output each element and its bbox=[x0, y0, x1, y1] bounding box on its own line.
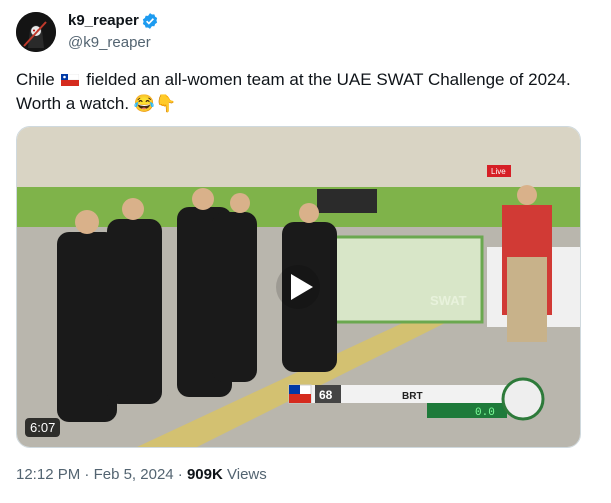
tweet-meta: 12:12 PM · Feb 5, 2024 · 909K Views bbox=[16, 466, 267, 483]
video-player[interactable]: SWAT 68 BRT 0.0 Live 6:07 bbox=[16, 126, 581, 448]
tweet-text-part1: Chile bbox=[16, 70, 55, 89]
tweet-emoji: 😂👇 bbox=[133, 94, 177, 113]
tweet-date[interactable]: Feb 5, 2024 bbox=[94, 466, 174, 483]
tweet-time[interactable]: 12:12 PM bbox=[16, 466, 80, 483]
meta-separator: · bbox=[177, 466, 187, 483]
author-handle[interactable]: @k9_reaper bbox=[68, 34, 151, 51]
views-label: Views bbox=[227, 466, 267, 483]
chile-flag-icon bbox=[61, 74, 80, 86]
tweet-text: Chile fielded an all-women team at the U… bbox=[16, 68, 576, 116]
author-name[interactable]: k9_reaper bbox=[68, 12, 139, 29]
video-duration: 6:07 bbox=[25, 418, 61, 437]
reaper-avatar-icon bbox=[16, 12, 56, 52]
meta-separator: · bbox=[84, 466, 94, 483]
overlay-timer: 0.0 bbox=[475, 407, 495, 419]
tweet-text-part2: fielded an all-women team at the UAE SWA… bbox=[16, 70, 571, 113]
avatar[interactable] bbox=[16, 12, 56, 52]
overlay-team: BRT bbox=[402, 391, 423, 402]
verified-badge-icon bbox=[142, 13, 158, 29]
views-count: 909K bbox=[186, 466, 223, 483]
banner-text: SWAT bbox=[430, 293, 467, 308]
live-badge: Live bbox=[491, 167, 506, 176]
video-frame: SWAT 68 BRT 0.0 Live bbox=[17, 127, 580, 447]
overlay-score: 68 bbox=[319, 388, 333, 402]
